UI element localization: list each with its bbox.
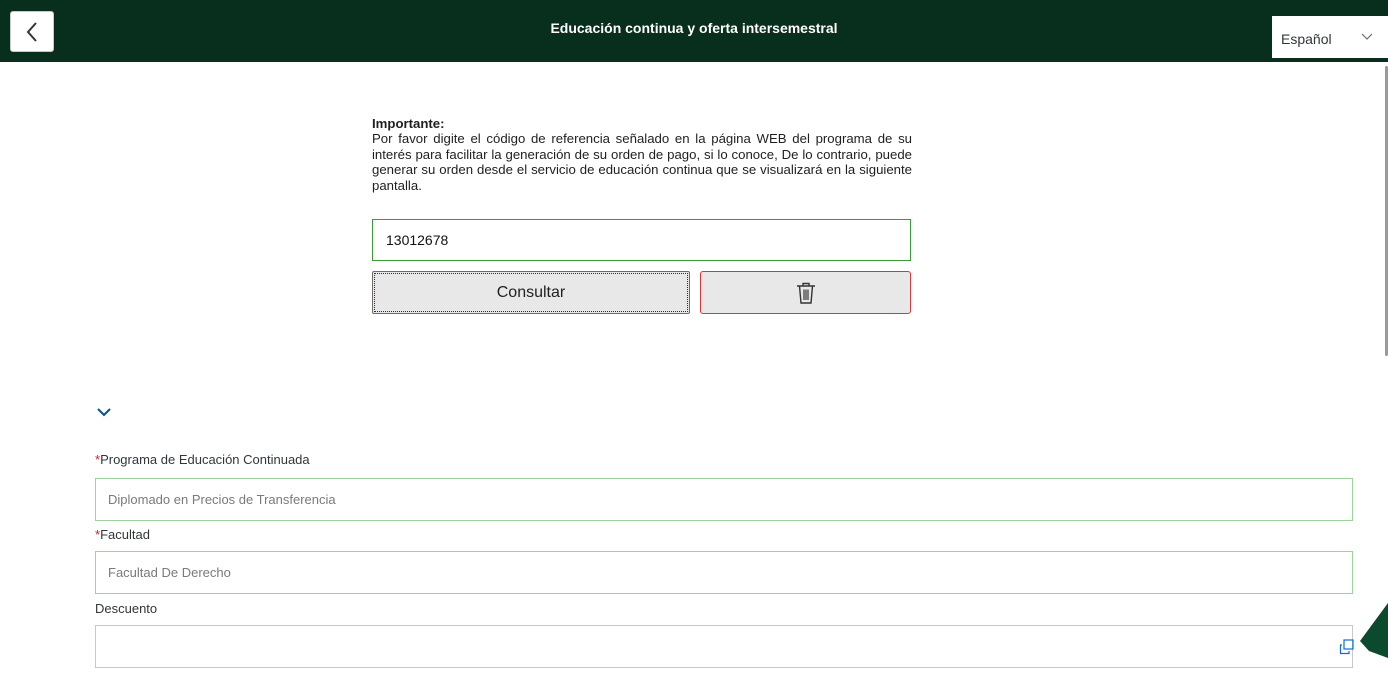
consult-button[interactable]: Consultar <box>372 271 690 314</box>
trash-icon <box>796 282 815 304</box>
notice-title: Importante: <box>372 116 445 131</box>
language-selected-value: Español <box>1281 31 1332 47</box>
chevron-down-icon <box>97 408 111 417</box>
program-label-text: Programa de Educación Continuada <box>100 452 310 467</box>
collapse-section-button[interactable] <box>94 404 114 420</box>
value-help-icon[interactable] <box>1339 639 1355 655</box>
important-notice: Importante: Por favor digite el código d… <box>372 116 912 193</box>
page-title: Educación continua y oferta intersemestr… <box>550 20 838 36</box>
discount-field[interactable] <box>95 625 1353 668</box>
decorative-corner-shape <box>1360 603 1388 658</box>
discount-label-text: Descuento <box>95 601 158 616</box>
notice-body: Por favor digite el código de referencia… <box>372 131 912 193</box>
app-header: Educación continua y oferta intersemestr… <box>0 0 1388 62</box>
faculty-label: *Facultad <box>95 527 150 542</box>
discount-label: Descuento <box>95 601 157 616</box>
delete-button[interactable] <box>700 271 911 314</box>
chevron-down-icon <box>1361 33 1373 40</box>
program-field-value: Diplomado en Precios de Transferencia <box>108 492 336 507</box>
reference-code-input[interactable] <box>372 219 911 261</box>
faculty-field[interactable]: Facultad De Derecho <box>95 551 1353 594</box>
language-select[interactable]: Español <box>1272 16 1388 58</box>
faculty-label-text: Facultad <box>100 527 150 542</box>
program-label: *Programa de Educación Continuada <box>95 452 310 467</box>
faculty-field-value: Facultad De Derecho <box>108 565 231 580</box>
program-field[interactable]: Diplomado en Precios de Transferencia <box>95 478 1353 521</box>
